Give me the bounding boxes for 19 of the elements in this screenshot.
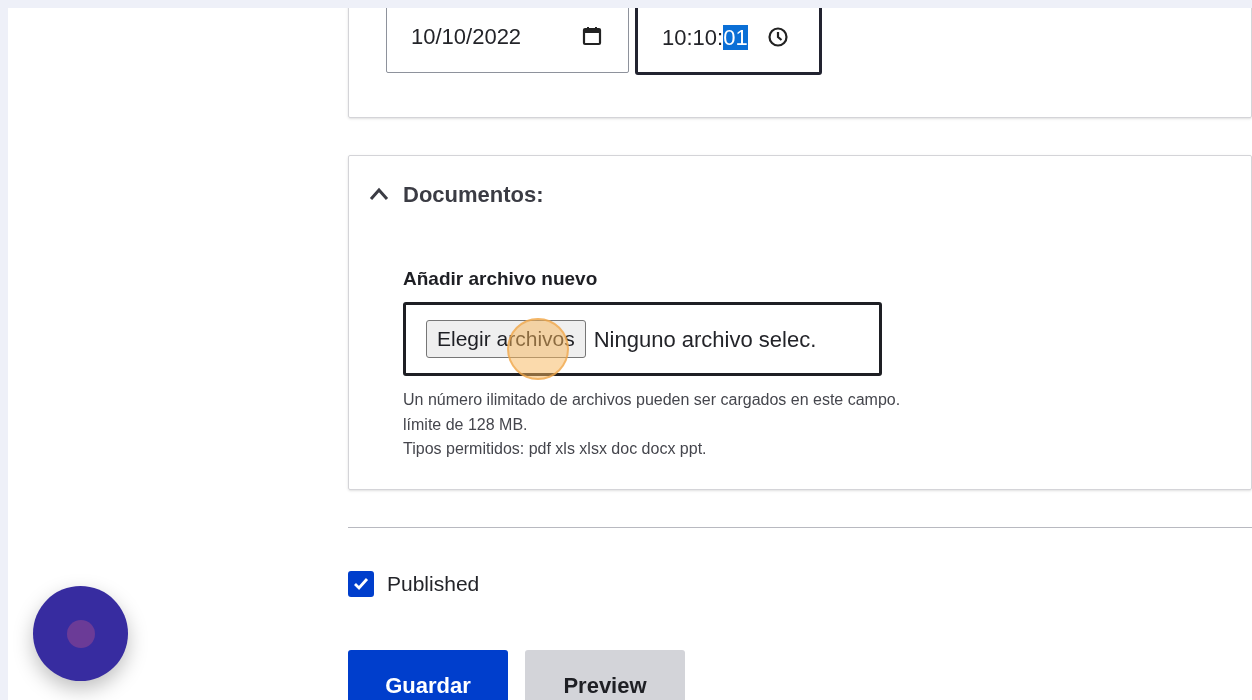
section-toggle[interactable]: Documentos: <box>369 180 1251 208</box>
preview-button[interactable]: Preview <box>525 649 685 700</box>
clock-icon[interactable] <box>767 26 789 48</box>
upload-label: Añadir archivo nuevo <box>403 267 599 291</box>
help-text: Tipos permitidos: pdf xls xlsx doc docx ppt. <box>403 439 708 459</box>
file-upload-field[interactable]: Elegir archivos Ninguno archivo selec. <box>403 302 882 376</box>
calendar-icon[interactable] <box>582 26 602 46</box>
help-text: límite de 128 MB. <box>403 414 529 435</box>
time-field[interactable]: 10:10:01 <box>635 8 822 75</box>
floating-help-button[interactable] <box>33 586 128 681</box>
chevron-up-icon <box>369 187 389 201</box>
checkmark-icon <box>353 576 369 591</box>
save-button[interactable]: Guardar <box>348 649 508 700</box>
published-label: Published <box>387 571 480 597</box>
choose-files-button[interactable]: Elegir archivos <box>426 320 586 358</box>
file-status: Ninguno archivo selec. <box>593 325 817 354</box>
date-field[interactable]: 10/10/2022 <box>386 8 629 73</box>
help-text: Un número ilimitado de archivos pueden ser cargados en este campo. <box>403 390 902 410</box>
published-checkbox[interactable] <box>348 570 374 597</box>
